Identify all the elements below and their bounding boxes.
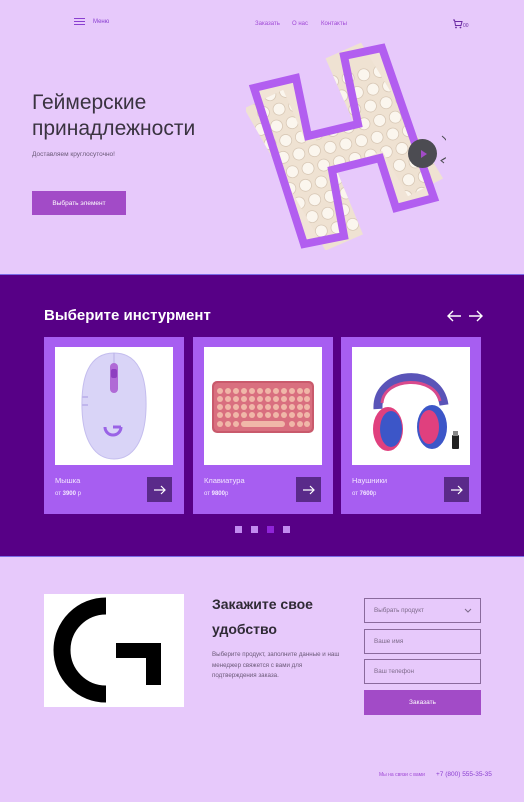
product-name: Клавиатура <box>204 476 245 485</box>
hero-title: Геймерские принадлежности <box>32 91 196 140</box>
cart-icon[interactable] <box>452 16 463 34</box>
play-icon <box>420 149 427 158</box>
arrow-right-icon[interactable] <box>468 309 484 322</box>
arrow-right-icon <box>302 485 315 494</box>
play-video-button[interactable] <box>408 139 437 168</box>
menu-label: Меню <box>93 19 110 25</box>
product-name: Наушники <box>352 476 388 485</box>
keyboard-image <box>204 347 322 465</box>
order-section: Закажите свое удобство Выберите продукт,… <box>0 558 524 802</box>
order-description: Выберите продукт, заполните данные и наш… <box>212 651 340 679</box>
order-submit-button[interactable]: Заказать <box>364 690 481 715</box>
nav-link-contacts[interactable]: Контакты <box>321 21 347 27</box>
carousel-dot-active[interactable] <box>267 526 274 533</box>
product-open-button[interactable] <box>147 477 172 502</box>
hero-section: Меню Заказать О нас Контакты 00 Геймерск… <box>0 0 524 274</box>
arrow-left-icon[interactable] <box>446 309 462 322</box>
nav-link-order[interactable]: Заказать <box>255 21 280 27</box>
cart-count: 00 <box>463 23 469 29</box>
hamburger-icon <box>74 18 85 26</box>
name-field[interactable]: Ваше имя <box>364 629 481 654</box>
nav-link-about[interactable]: О нас <box>292 21 308 27</box>
arrow-right-icon <box>450 485 463 494</box>
hero-subtitle: Доставляем круглосуточно! <box>32 151 115 158</box>
products-section: Выберите инстурмент Мышка от 3900 р Клав… <box>0 274 524 557</box>
product-select[interactable]: Выбрать продукт <box>364 598 481 623</box>
carousel-dot[interactable] <box>251 526 258 533</box>
contact-label: Мы на связи с вами <box>379 772 425 778</box>
carousel-arrows <box>446 309 484 322</box>
chevron-down-icon <box>464 608 472 613</box>
phone-link[interactable]: +7 (800) 555-35-35 <box>436 771 492 778</box>
carousel-dot[interactable] <box>283 526 290 533</box>
product-price: от 7600р <box>352 491 377 497</box>
product-card-mouse[interactable]: Мышка от 3900 р <box>44 337 184 514</box>
carousel-dot[interactable] <box>235 526 242 533</box>
products-title: Выберите инстурмент <box>44 307 211 324</box>
menu-button[interactable]: Меню <box>74 18 109 26</box>
product-open-button[interactable] <box>444 477 469 502</box>
phone-field[interactable]: Ваш телефон <box>364 659 481 684</box>
order-title: Закажите свое удобство <box>212 596 313 637</box>
choose-item-button[interactable]: Выбрать элемент <box>32 191 126 215</box>
arrow-right-icon <box>153 485 166 494</box>
product-name: Мышка <box>55 476 81 485</box>
product-card-headphones[interactable]: Наушники от 7600р <box>341 337 481 514</box>
product-card-keyboard[interactable]: Клавиатура от 9800р <box>193 337 333 514</box>
carousel-dots <box>235 526 290 533</box>
logitech-logo <box>44 594 184 707</box>
product-select-label: Выбрать продукт <box>374 607 424 614</box>
mouse-image <box>55 347 173 465</box>
product-price: от 9800р <box>204 491 229 497</box>
product-open-button[interactable] <box>296 477 321 502</box>
headphones-image <box>352 347 470 465</box>
product-price: от 3900 р <box>55 491 81 497</box>
